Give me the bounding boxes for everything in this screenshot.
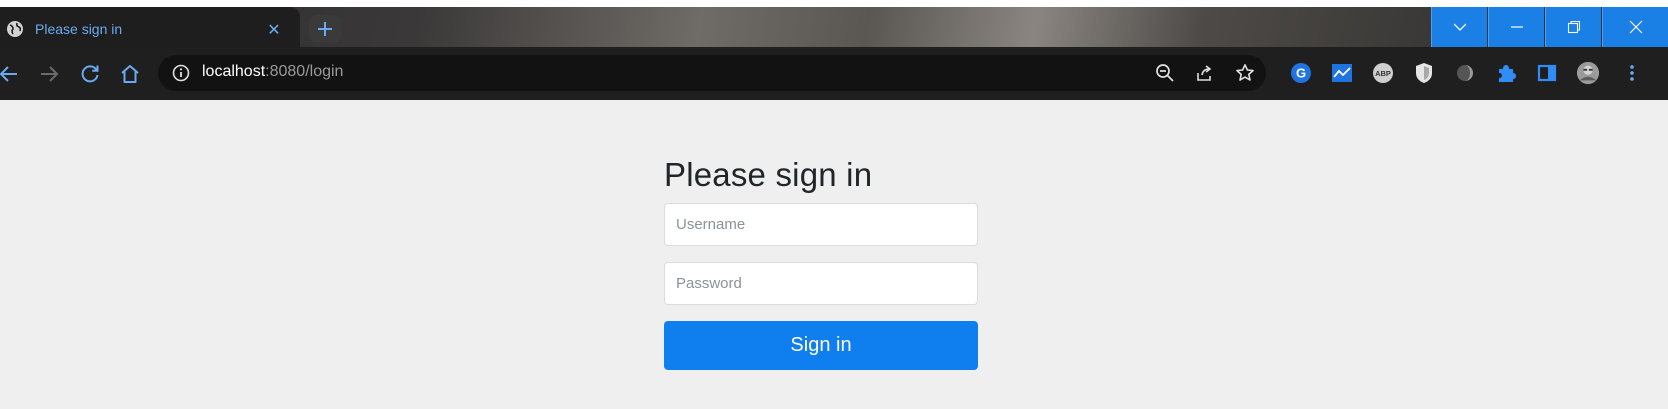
arrow-right-icon xyxy=(41,66,59,82)
restore-button[interactable] xyxy=(1545,7,1601,47)
extensions-puzzle-icon[interactable] xyxy=(1494,61,1518,85)
grammarly-letter: G xyxy=(1296,66,1306,81)
back-button[interactable] xyxy=(0,61,22,87)
tab-search-button[interactable] xyxy=(1431,7,1487,47)
profile-avatar-icon[interactable] xyxy=(1576,61,1600,85)
window-close-icon xyxy=(1629,20,1642,34)
sign-in-button[interactable]: Sign in xyxy=(664,321,978,370)
plus-icon xyxy=(318,22,332,36)
info-icon[interactable] xyxy=(172,64,190,82)
url-path: :8080/login xyxy=(265,63,344,80)
chart-extension-icon[interactable] xyxy=(1330,61,1354,85)
minimize-button[interactable] xyxy=(1488,7,1544,47)
browser-window: Please sign in ✕ localhost:8080/login G … xyxy=(0,0,1668,409)
zoom-out-icon[interactable] xyxy=(1155,63,1175,83)
reload-icon xyxy=(81,65,99,83)
window-close-button[interactable] xyxy=(1602,7,1668,47)
arrow-left-icon xyxy=(0,66,17,82)
reload-button[interactable] xyxy=(77,61,103,87)
globe-icon xyxy=(6,20,24,38)
page-content: Please sign in Sign in xyxy=(0,100,1668,409)
tab-strip: Please sign in ✕ xyxy=(0,0,1668,51)
browser-toolbar: localhost:8080/login G ABP xyxy=(0,47,1668,100)
tab-please-sign-in[interactable]: Please sign in ✕ xyxy=(0,7,300,51)
adblock-plus-icon[interactable]: ABP xyxy=(1371,61,1395,85)
kebab-menu-icon[interactable] xyxy=(1620,61,1644,85)
login-form: Please sign in Sign in xyxy=(664,156,978,370)
shield-extension-icon[interactable] xyxy=(1412,61,1436,85)
home-icon xyxy=(121,65,139,83)
new-tab-button[interactable] xyxy=(309,15,341,43)
dark-mode-icon[interactable] xyxy=(1453,61,1477,85)
address-bar[interactable]: localhost:8080/login xyxy=(158,55,1266,91)
url-text[interactable]: localhost:8080/login xyxy=(202,63,343,81)
restore-icon xyxy=(1567,20,1580,34)
grammarly-icon[interactable]: G xyxy=(1289,61,1313,85)
forward-button[interactable] xyxy=(36,61,62,87)
star-icon[interactable] xyxy=(1235,63,1255,83)
abp-label: ABP xyxy=(1375,69,1391,78)
chevron-down-icon xyxy=(1453,23,1466,31)
side-panel-icon[interactable] xyxy=(1535,61,1559,85)
minimize-icon xyxy=(1510,26,1523,28)
url-host: localhost xyxy=(202,63,266,80)
password-input[interactable] xyxy=(664,262,978,305)
home-button[interactable] xyxy=(117,61,143,87)
username-input[interactable] xyxy=(664,203,978,246)
close-icon[interactable]: ✕ xyxy=(262,17,286,41)
share-icon[interactable] xyxy=(1195,63,1215,83)
tab-title: Please sign in xyxy=(35,21,123,37)
page-title: Please sign in xyxy=(664,156,873,193)
